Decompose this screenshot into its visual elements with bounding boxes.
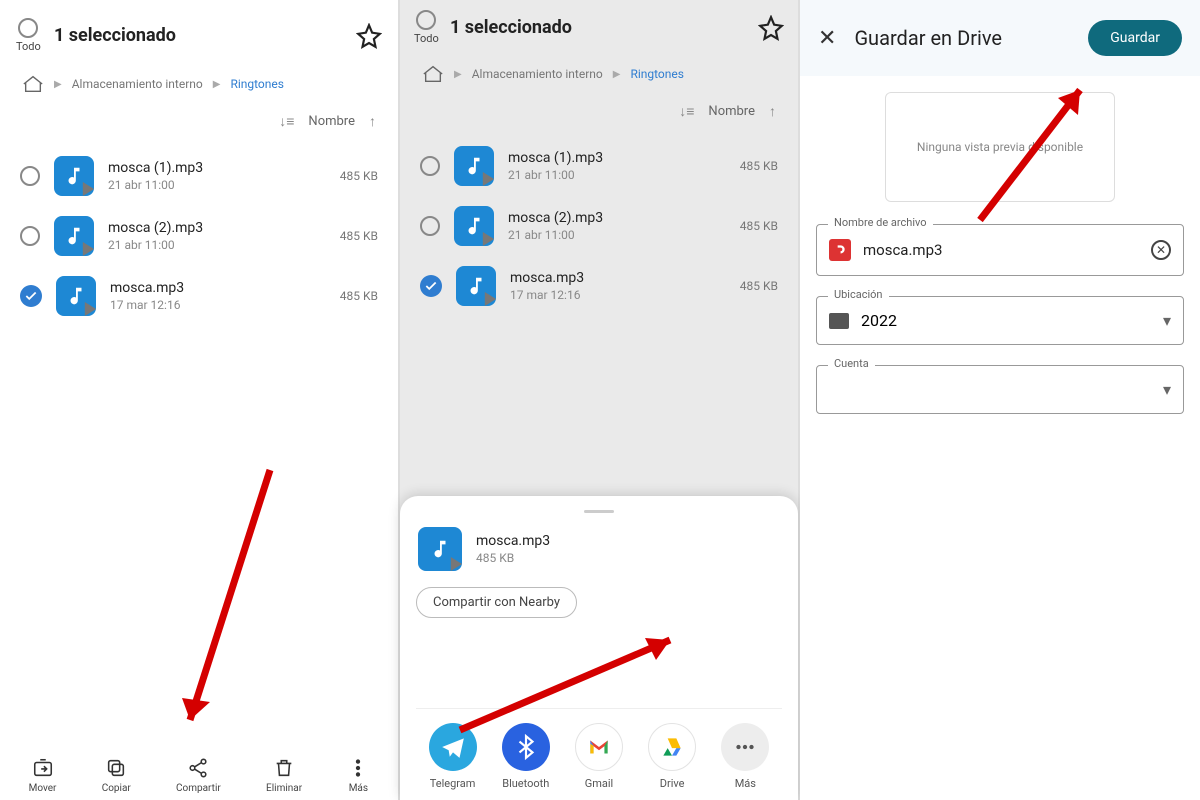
select-all-checkbox[interactable] [416, 10, 436, 30]
share-button[interactable]: Compartir [176, 757, 221, 794]
location-dropdown[interactable]: 2022 ▾ [816, 296, 1184, 345]
clear-icon[interactable]: ✕ [1151, 240, 1171, 260]
file-date: 21 abr 11:00 [108, 178, 326, 192]
crumb-current[interactable]: Ringtones [630, 67, 684, 81]
crumb-root[interactable]: Almacenamiento interno [472, 67, 603, 81]
file-size: 485 KB [740, 159, 778, 173]
file-name: mosca (2).mp3 [108, 220, 326, 236]
chevron-down-icon: ▾ [1163, 380, 1171, 399]
file-row[interactable]: mosca (2).mp3 21 abr 11:00 485 KB [416, 196, 782, 256]
more-button[interactable]: Más [347, 757, 369, 794]
sort-label[interactable]: Nombre [308, 114, 355, 129]
file-row[interactable]: mosca.mp3 17 mar 12:16 485 KB [416, 256, 782, 316]
sort-icon[interactable]: ↓≡ [679, 103, 694, 120]
location-value: 2022 [861, 311, 897, 330]
file-name: mosca (1).mp3 [508, 150, 726, 166]
file-checkbox[interactable] [420, 156, 440, 176]
share-file-size: 485 KB [476, 551, 550, 565]
sort-direction-icon[interactable]: ↑ [769, 103, 776, 120]
file-size: 485 KB [740, 219, 778, 233]
breadcrumb: ▶ Almacenamiento interno ▶ Ringtones [0, 57, 398, 101]
file-checkbox[interactable] [420, 216, 440, 236]
chevron-icon: ▶ [213, 79, 221, 90]
star-icon[interactable] [356, 23, 382, 49]
file-row[interactable]: mosca (1).mp3 21 abr 11:00 485 KB [16, 146, 382, 206]
file-name: mosca.mp3 [110, 280, 326, 296]
share-file-name: mosca.mp3 [476, 533, 550, 549]
file-date: 17 mar 12:16 [510, 288, 726, 302]
select-all-label: Todo [414, 32, 438, 45]
file-size: 485 KB [740, 279, 778, 293]
file-name: mosca (1).mp3 [108, 160, 326, 176]
chevron-icon: ▶ [54, 79, 62, 90]
file-checkbox[interactable] [20, 226, 40, 246]
home-icon[interactable] [22, 73, 44, 95]
sort-direction-icon[interactable]: ↑ [369, 113, 376, 130]
share-app-telegram[interactable]: Telegram [429, 723, 477, 790]
audio-file-icon [418, 527, 462, 571]
crumb-root[interactable]: Almacenamiento interno [72, 77, 203, 91]
home-icon[interactable] [422, 63, 444, 85]
audio-file-icon [54, 216, 94, 256]
page-title: Guardar en Drive [854, 26, 1070, 50]
breadcrumb: ▶ Almacenamiento interno ▶ Ringtones [400, 47, 798, 91]
audio-icon [829, 239, 851, 261]
file-row[interactable]: mosca (2).mp3 21 abr 11:00 485 KB [16, 206, 382, 266]
location-label: Ubicación [828, 288, 889, 301]
account-label: Cuenta [828, 357, 875, 370]
star-icon[interactable] [758, 15, 784, 41]
share-app-more[interactable]: Más [721, 723, 769, 790]
account-dropdown[interactable]: ▾ [816, 365, 1184, 414]
audio-file-icon [454, 206, 494, 246]
page-title: 1 seleccionado [54, 25, 342, 46]
share-app-bluetooth[interactable]: Bluetooth [502, 723, 550, 790]
file-date: 17 mar 12:16 [110, 298, 326, 312]
folder-icon [829, 313, 849, 329]
move-button[interactable]: Mover [29, 757, 57, 794]
file-size: 485 KB [340, 229, 378, 243]
chevron-icon: ▶ [613, 69, 621, 80]
page-title: 1 seleccionado [450, 17, 746, 38]
select-all-checkbox[interactable] [18, 18, 38, 38]
file-checkbox-checked[interactable] [20, 285, 42, 307]
file-date: 21 abr 11:00 [508, 228, 726, 242]
file-size: 485 KB [340, 289, 378, 303]
sort-icon[interactable]: ↓≡ [279, 113, 294, 130]
audio-file-icon [454, 146, 494, 186]
annotation-arrow [130, 450, 290, 750]
share-app-drive[interactable]: Drive [648, 723, 696, 790]
copy-button[interactable]: Copiar [102, 757, 131, 794]
save-button[interactable]: Guardar [1088, 20, 1182, 56]
share-sheet: mosca.mp3 485 KB Compartir con Nearby Tel… [400, 496, 798, 800]
crumb-current[interactable]: Ringtones [230, 77, 284, 91]
close-icon[interactable]: ✕ [818, 26, 836, 51]
preview-box: Ninguna vista previa disponible [885, 92, 1115, 202]
sheet-handle[interactable] [584, 510, 614, 513]
chevron-down-icon: ▾ [1163, 311, 1171, 330]
filename-label: Nombre de archivo [828, 216, 933, 229]
file-row[interactable]: mosca.mp3 17 mar 12:16 485 KB [16, 266, 382, 326]
chevron-icon: ▶ [454, 69, 462, 80]
sort-label[interactable]: Nombre [708, 104, 755, 119]
audio-file-icon [56, 276, 96, 316]
audio-file-icon [456, 266, 496, 306]
file-checkbox-checked[interactable] [420, 275, 442, 297]
file-row[interactable]: mosca (1).mp3 21 abr 11:00 485 KB [416, 136, 782, 196]
audio-file-icon [54, 156, 94, 196]
filename-input[interactable] [863, 241, 1139, 259]
delete-button[interactable]: Eliminar [266, 757, 302, 794]
nearby-share-button[interactable]: Compartir con Nearby [416, 587, 577, 618]
file-name: mosca.mp3 [510, 270, 726, 286]
select-all-label: Todo [16, 40, 40, 53]
file-name: mosca (2).mp3 [508, 210, 726, 226]
file-date: 21 abr 11:00 [108, 238, 326, 252]
file-date: 21 abr 11:00 [508, 168, 726, 182]
share-app-gmail[interactable]: Gmail [575, 723, 623, 790]
file-size: 485 KB [340, 169, 378, 183]
file-checkbox[interactable] [20, 166, 40, 186]
